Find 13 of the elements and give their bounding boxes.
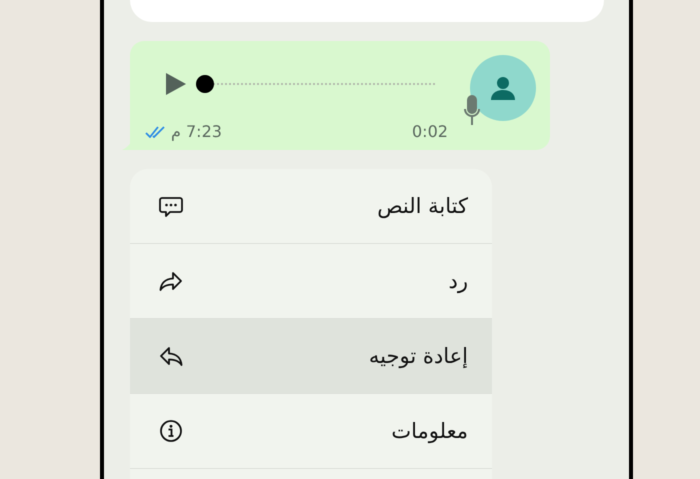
right-arrow-icon	[158, 269, 184, 293]
play-icon[interactable]	[165, 72, 187, 96]
voice-duration: 0:02	[412, 122, 448, 141]
info-icon	[158, 419, 184, 443]
menu-item[interactable]: معلومات	[130, 394, 492, 469]
person-icon	[490, 76, 516, 100]
playback-thumb[interactable]	[196, 74, 214, 92]
speech-bubble-icon	[158, 194, 184, 218]
menu-item[interactable]: إعادة توجيه	[130, 319, 492, 394]
left-arrow-icon	[158, 344, 184, 368]
microphone-icon	[464, 95, 480, 125]
message-time: 7:23 م	[171, 122, 222, 141]
menu-item[interactable]: كتابة النص	[130, 169, 492, 244]
